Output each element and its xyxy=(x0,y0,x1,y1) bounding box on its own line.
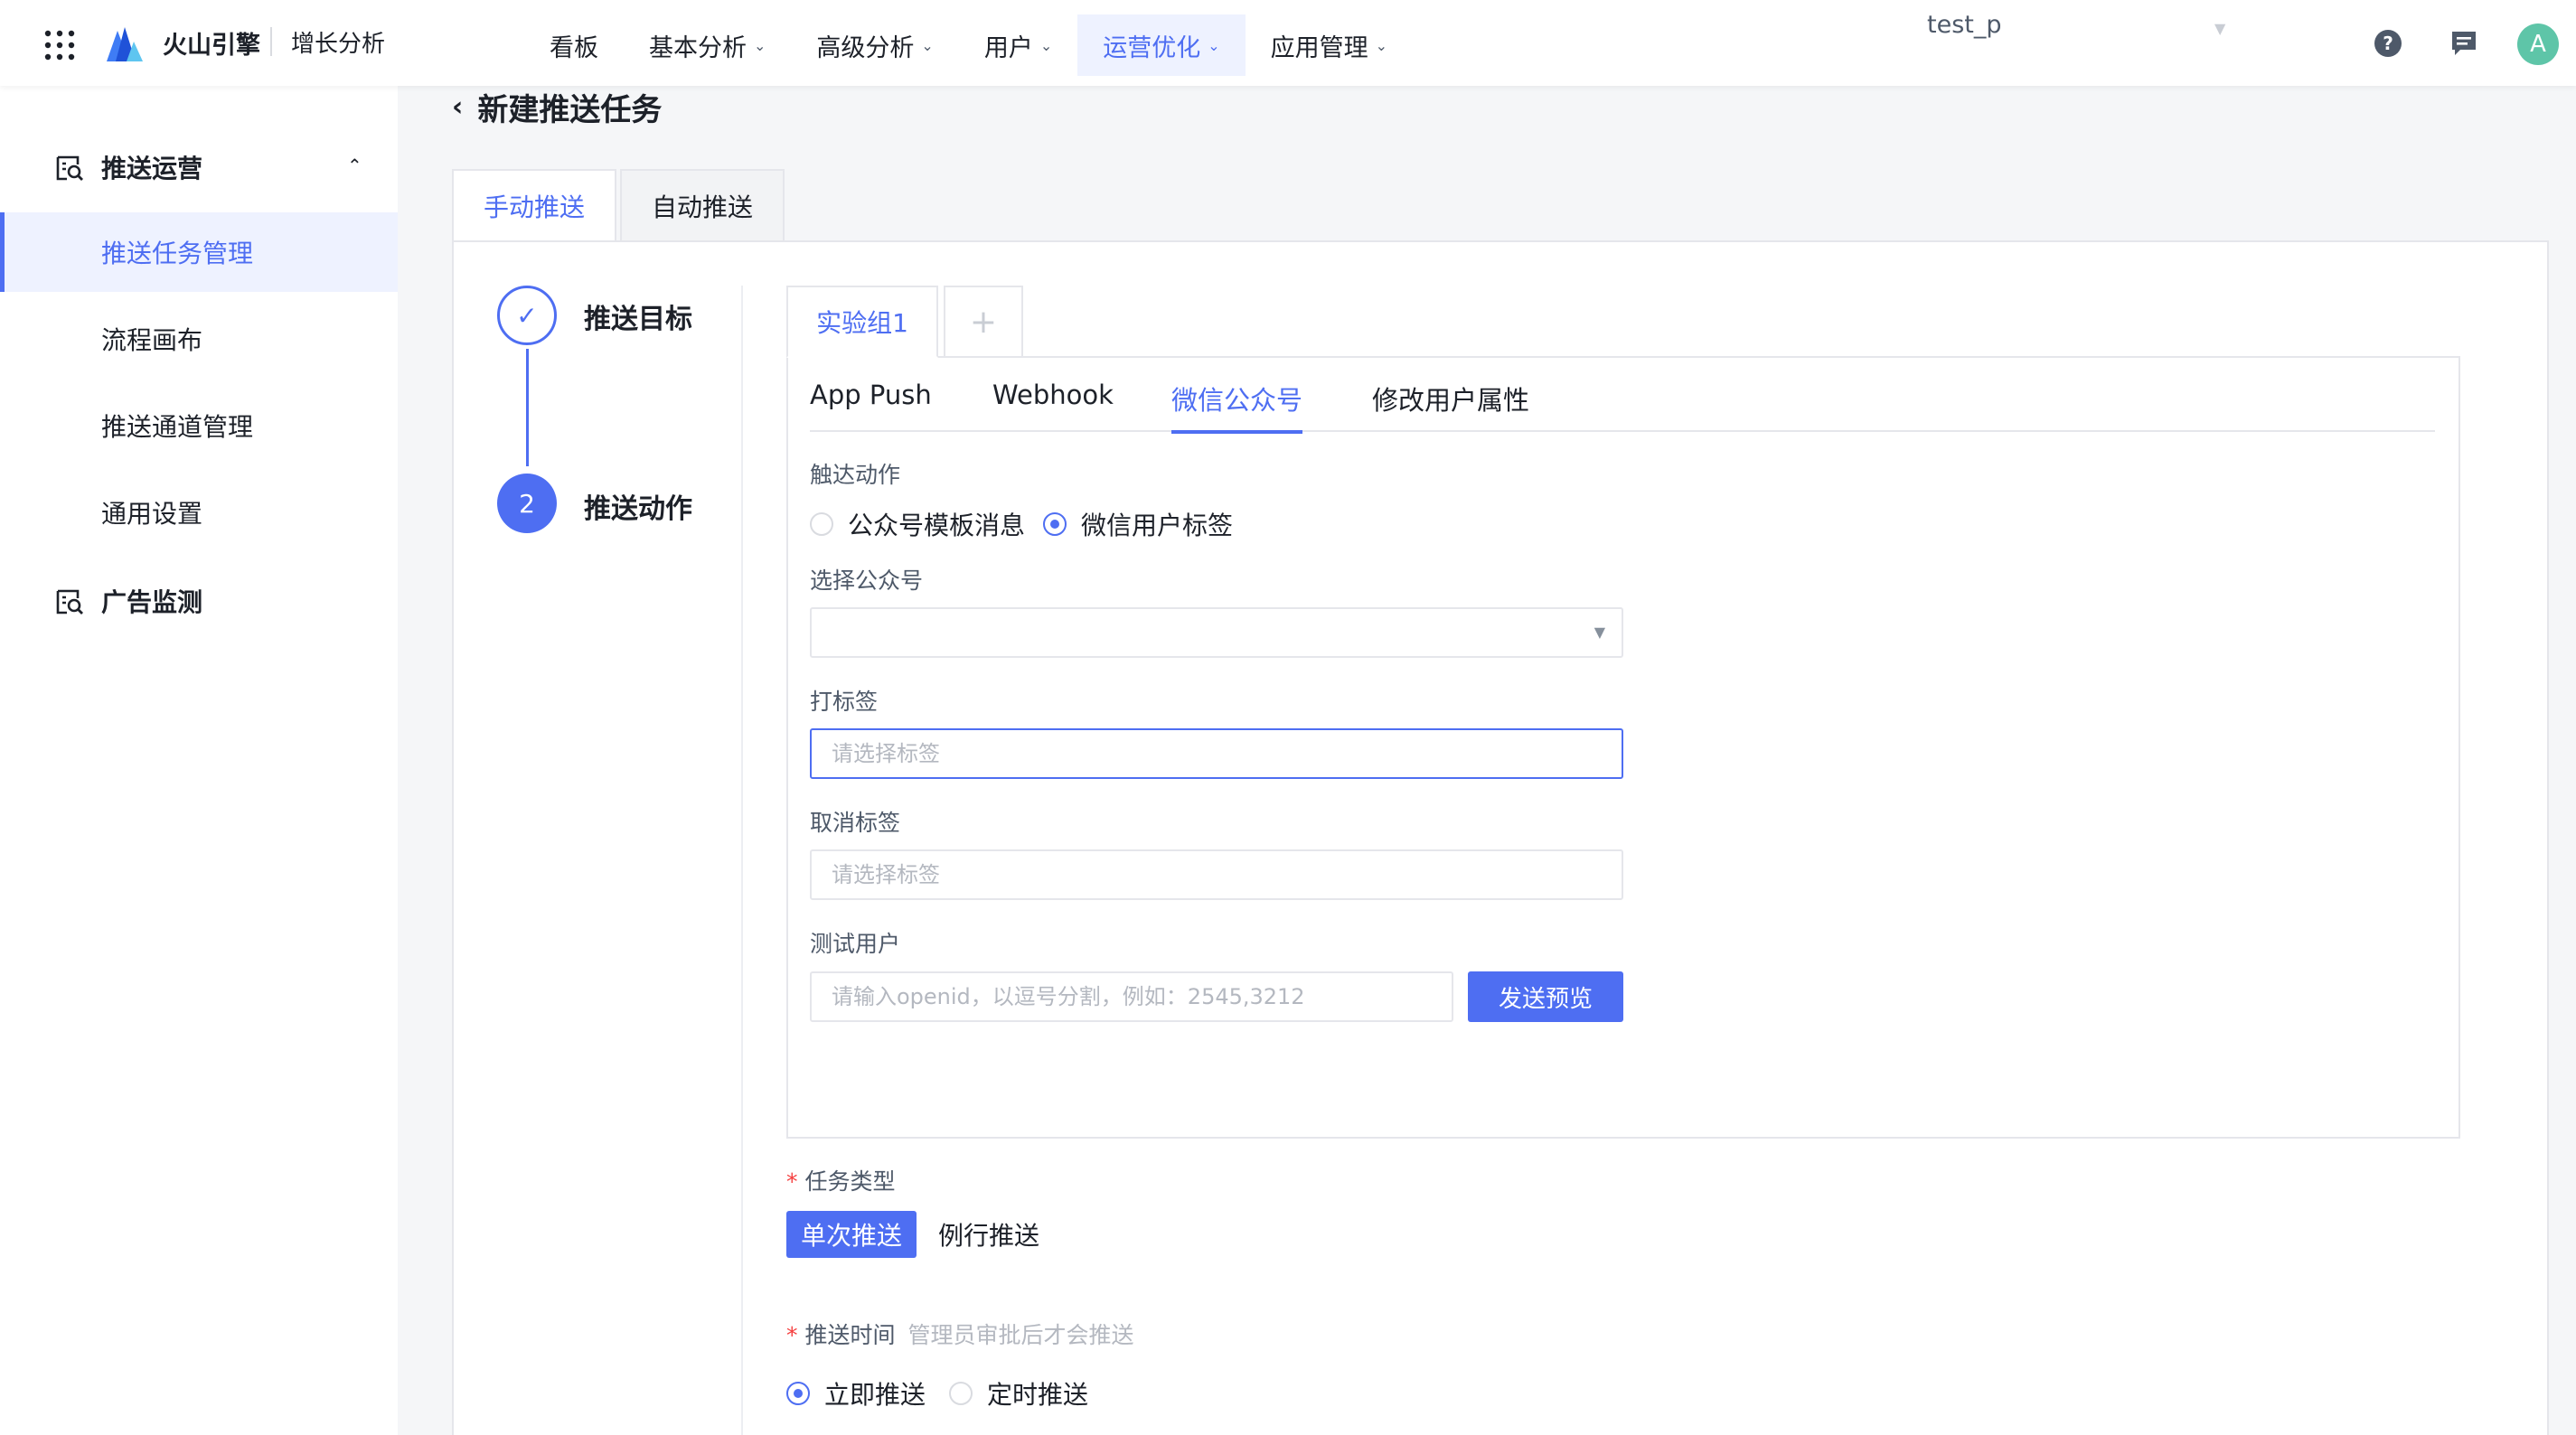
nav-label: 高级分析 xyxy=(816,33,915,62)
step-number[interactable]: 2 xyxy=(497,474,557,533)
radio-scheduled-push[interactable]: 定时推送 xyxy=(949,1375,1088,1412)
nav-label: 基本分析 xyxy=(649,33,747,62)
add-group-button[interactable]: + xyxy=(944,286,1023,358)
sidebar-item-push-channels[interactable]: 推送通道管理 xyxy=(0,386,398,465)
tab-wechat-official-account[interactable]: 微信公众号 xyxy=(1171,380,1303,434)
radio-label: 微信用户标签 xyxy=(1081,511,1234,540)
channel-tabs: App Push Webhook 微信公众号 修改用户属性 xyxy=(810,372,2435,434)
sidebar-group-label: 广告监测 xyxy=(101,587,203,617)
nav-dashboard[interactable]: 看板 xyxy=(524,14,624,76)
main-nav: 看板 基本分析 ⌄ 高级分析 ⌄ 用户 ⌄ 运营优化 ⌄ 应用管理 ⌄ xyxy=(524,14,1413,76)
nav-advanced-analysis[interactable]: 高级分析 ⌄ xyxy=(791,14,958,76)
volcano-logo-icon[interactable] xyxy=(103,22,145,63)
back-button[interactable]: ‹ 新建推送任务 xyxy=(452,85,662,129)
report-search-icon xyxy=(56,155,83,181)
nav-label: 应用管理 xyxy=(1270,33,1368,62)
account-select[interactable]: ▼ xyxy=(810,607,1623,658)
tab-manual-push[interactable]: 手动推送 xyxy=(452,169,617,243)
sidebar-group-label: 推送运营 xyxy=(101,154,203,183)
push-time-hint: 管理员审批后才会推送 xyxy=(907,1322,1134,1348)
page-title: 新建推送任务 xyxy=(477,92,663,128)
untag-select-input[interactable] xyxy=(810,849,1623,900)
radio-dot xyxy=(786,1382,810,1405)
chevron-down-icon: ⌄ xyxy=(1039,36,1053,54)
chevron-down-icon: ⌄ xyxy=(1375,36,1388,54)
sidebar-group-push-operations[interactable]: 推送运营 ⌃ xyxy=(0,131,398,203)
step-label-action[interactable]: 推送动作 xyxy=(584,486,692,526)
sidebar: 推送运营 ⌃ 推送任务管理 流程画布 推送通道管理 通用设置 广告监测 xyxy=(0,86,398,1435)
task-type-label: * 任务类型 xyxy=(786,1164,896,1196)
nav-users[interactable]: 用户 ⌄ xyxy=(959,14,1077,76)
task-type-text: 任务类型 xyxy=(804,1168,896,1195)
test-user-label: 测试用户 xyxy=(810,931,901,957)
radio-dot xyxy=(1043,512,1067,536)
push-time-text: 推送时间 xyxy=(804,1322,896,1348)
nav-operations[interactable]: 运营优化 ⌄ xyxy=(1077,14,1246,76)
top-bar: 火山引擎 增长分析 看板 基本分析 ⌄ 高级分析 ⌄ 用户 ⌄ 运营优化 ⌄ 应… xyxy=(0,0,2576,86)
tab-auto-push[interactable]: 自动推送 xyxy=(620,169,785,243)
tab-webhook[interactable]: Webhook xyxy=(992,380,1114,423)
chevron-down-icon: ⌄ xyxy=(754,36,766,54)
apps-grid-icon[interactable] xyxy=(43,29,76,61)
radio-label: 立即推送 xyxy=(824,1380,926,1410)
radio-push-now[interactable]: 立即推送 xyxy=(786,1375,926,1412)
radio-dot xyxy=(949,1382,973,1405)
radio-label: 定时推送 xyxy=(987,1380,1089,1410)
caret-down-icon: ▼ xyxy=(1594,624,1605,641)
account-label: 选择公众号 xyxy=(810,567,924,594)
radio-template-message[interactable]: 公众号模板消息 xyxy=(810,506,1025,542)
test-user-input[interactable] xyxy=(810,971,1453,1022)
radio-label: 公众号模板消息 xyxy=(848,511,1026,540)
nav-label: 用户 xyxy=(983,33,1033,62)
avatar[interactable]: A xyxy=(2517,23,2559,65)
sidebar-item-flow-canvas[interactable]: 流程画布 xyxy=(0,299,398,379)
nav-label: 看板 xyxy=(550,33,598,62)
required-mark: * xyxy=(786,1322,798,1348)
recurring-push-button[interactable]: 例行推送 xyxy=(924,1211,1054,1258)
action-label: 触达动作 xyxy=(810,462,901,488)
back-arrow-icon: ‹ xyxy=(452,91,464,123)
nav-app-management[interactable]: 应用管理 ⌄ xyxy=(1246,14,1413,76)
sidebar-item-label: 推送任务管理 xyxy=(101,239,254,268)
push-mode-tabs: 手动推送 自动推送 xyxy=(452,169,788,243)
step-label-target[interactable]: 推送目标 xyxy=(584,296,692,336)
nav-basic-analysis[interactable]: 基本分析 ⌄ xyxy=(624,14,791,76)
product-name: 增长分析 xyxy=(291,31,386,58)
caret-down-icon[interactable]: ▼ xyxy=(2214,20,2225,37)
brand-name: 火山引擎 xyxy=(163,32,260,60)
tab-experiment-group-1[interactable]: 实验组1 xyxy=(786,286,938,358)
tag-select-input[interactable] xyxy=(810,728,1623,779)
radio-dot xyxy=(810,512,833,536)
nav-label: 运营优化 xyxy=(1103,33,1201,62)
tab-modify-user-attributes[interactable]: 修改用户属性 xyxy=(1372,380,1529,430)
step-check-icon[interactable]: ✓ xyxy=(497,286,557,345)
sidebar-item-general-settings[interactable]: 通用设置 xyxy=(0,473,398,552)
tab-app-push[interactable]: App Push xyxy=(810,380,932,423)
sidebar-item-push-tasks[interactable]: 推送任务管理 xyxy=(0,212,398,292)
send-preview-button[interactable]: 发送预览 xyxy=(1468,971,1623,1022)
sidebar-group-ad-monitoring[interactable]: 广告监测 xyxy=(0,565,398,637)
sidebar-item-label: 流程画布 xyxy=(101,325,203,355)
step-connector xyxy=(526,349,529,466)
steps-divider xyxy=(741,286,743,1435)
report-search-icon xyxy=(56,589,83,614)
sidebar-item-label: 通用设置 xyxy=(101,499,203,529)
svg-text:?: ? xyxy=(2383,33,2393,54)
tag-label: 打标签 xyxy=(810,689,879,715)
sidebar-item-label: 推送通道管理 xyxy=(101,412,254,442)
push-time-label: * 推送时间 管理员审批后才会推送 xyxy=(786,1318,1134,1350)
message-icon[interactable] xyxy=(2448,27,2480,60)
chevron-down-icon: ⌄ xyxy=(921,36,934,54)
required-mark: * xyxy=(786,1168,798,1195)
help-icon[interactable]: ? xyxy=(2372,27,2404,60)
project-selector[interactable]: test_p xyxy=(1927,11,2002,39)
brand-divider xyxy=(270,27,272,56)
single-push-button[interactable]: 单次推送 xyxy=(786,1211,917,1258)
chevron-up-icon: ⌃ xyxy=(347,155,362,176)
radio-wechat-user-tag[interactable]: 微信用户标签 xyxy=(1043,506,1233,542)
chevron-down-icon: ⌄ xyxy=(1208,36,1220,54)
untag-label: 取消标签 xyxy=(810,810,901,836)
